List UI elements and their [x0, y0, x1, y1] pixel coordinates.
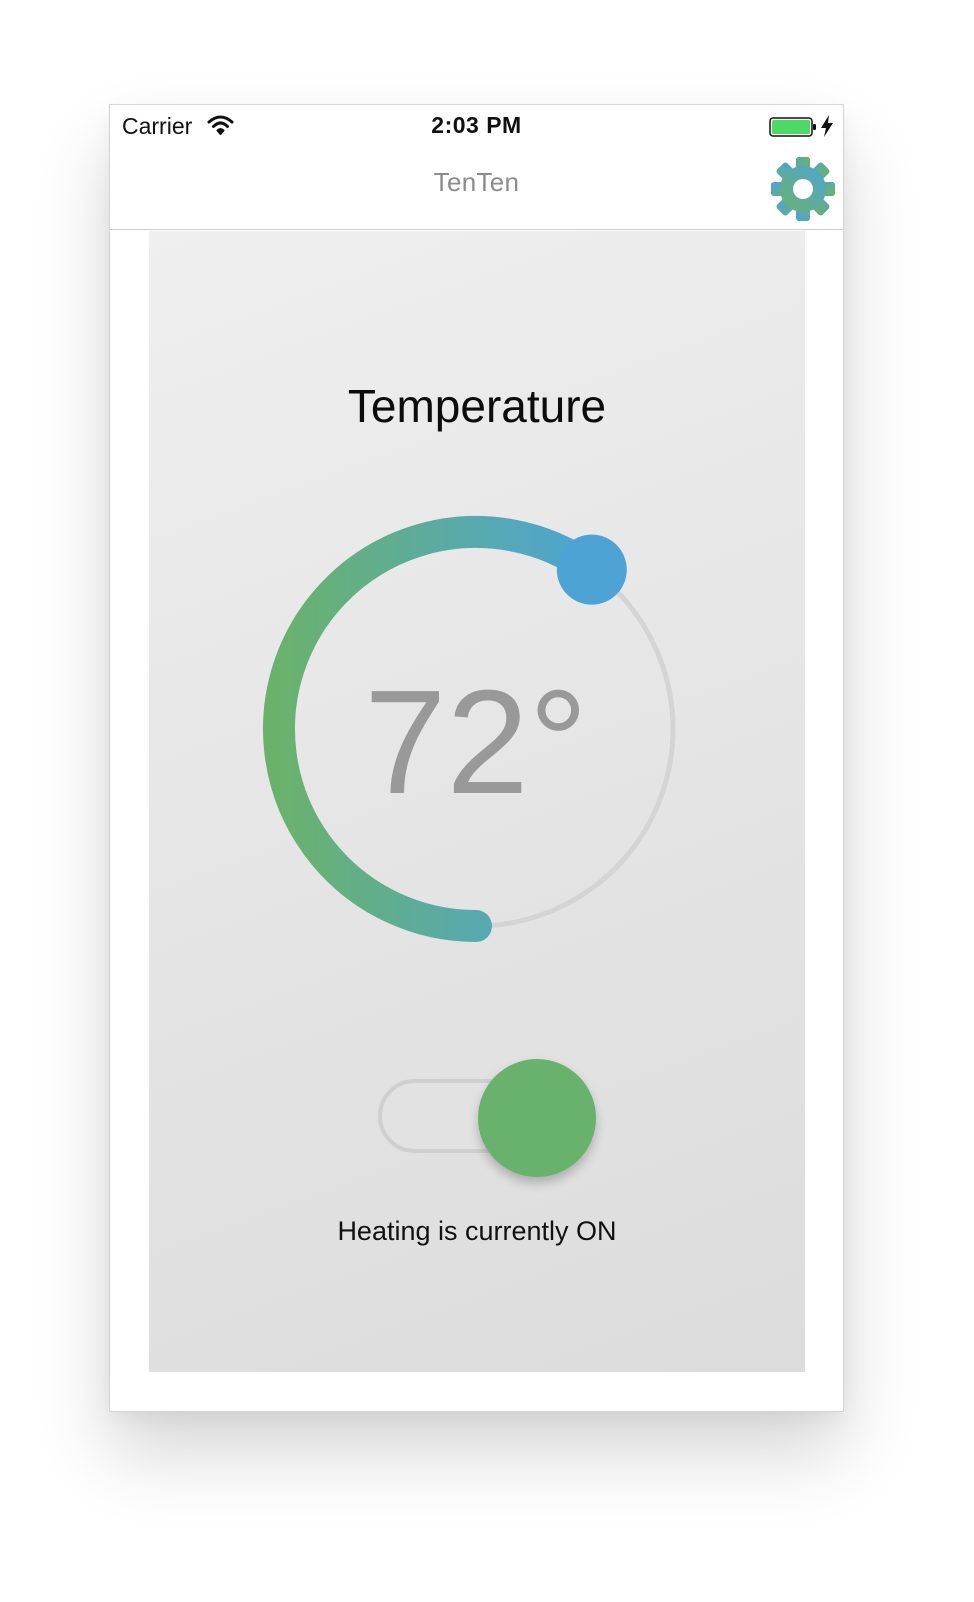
toggle-knob [478, 1059, 596, 1177]
temperature-heading: Temperature [347, 380, 607, 432]
thermostat-card: Temperature 72° Heating is currently ON [149, 231, 805, 1372]
app-title: TenTen [433, 167, 520, 197]
battery-icon [769, 116, 817, 137]
status-bar: Carrier 2:03 PM [110, 105, 843, 151]
heating-toggle[interactable] [378, 1059, 596, 1177]
charging-bolt-icon [820, 115, 834, 137]
heating-status-text: Heating is currently ON [337, 1216, 617, 1246]
gear-icon [771, 157, 835, 221]
navigation-bar: TenTen [110, 151, 843, 230]
dial-handle [556, 534, 627, 605]
settings-button[interactable] [769, 155, 837, 223]
status-time: 2:03 PM [431, 112, 522, 138]
temperature-value: 72° [364, 660, 588, 825]
phone-screen: Carrier 2:03 PM TenTen Temperature 72° H… [109, 104, 844, 1412]
temperature-dial[interactable]: 72° [256, 509, 696, 949]
